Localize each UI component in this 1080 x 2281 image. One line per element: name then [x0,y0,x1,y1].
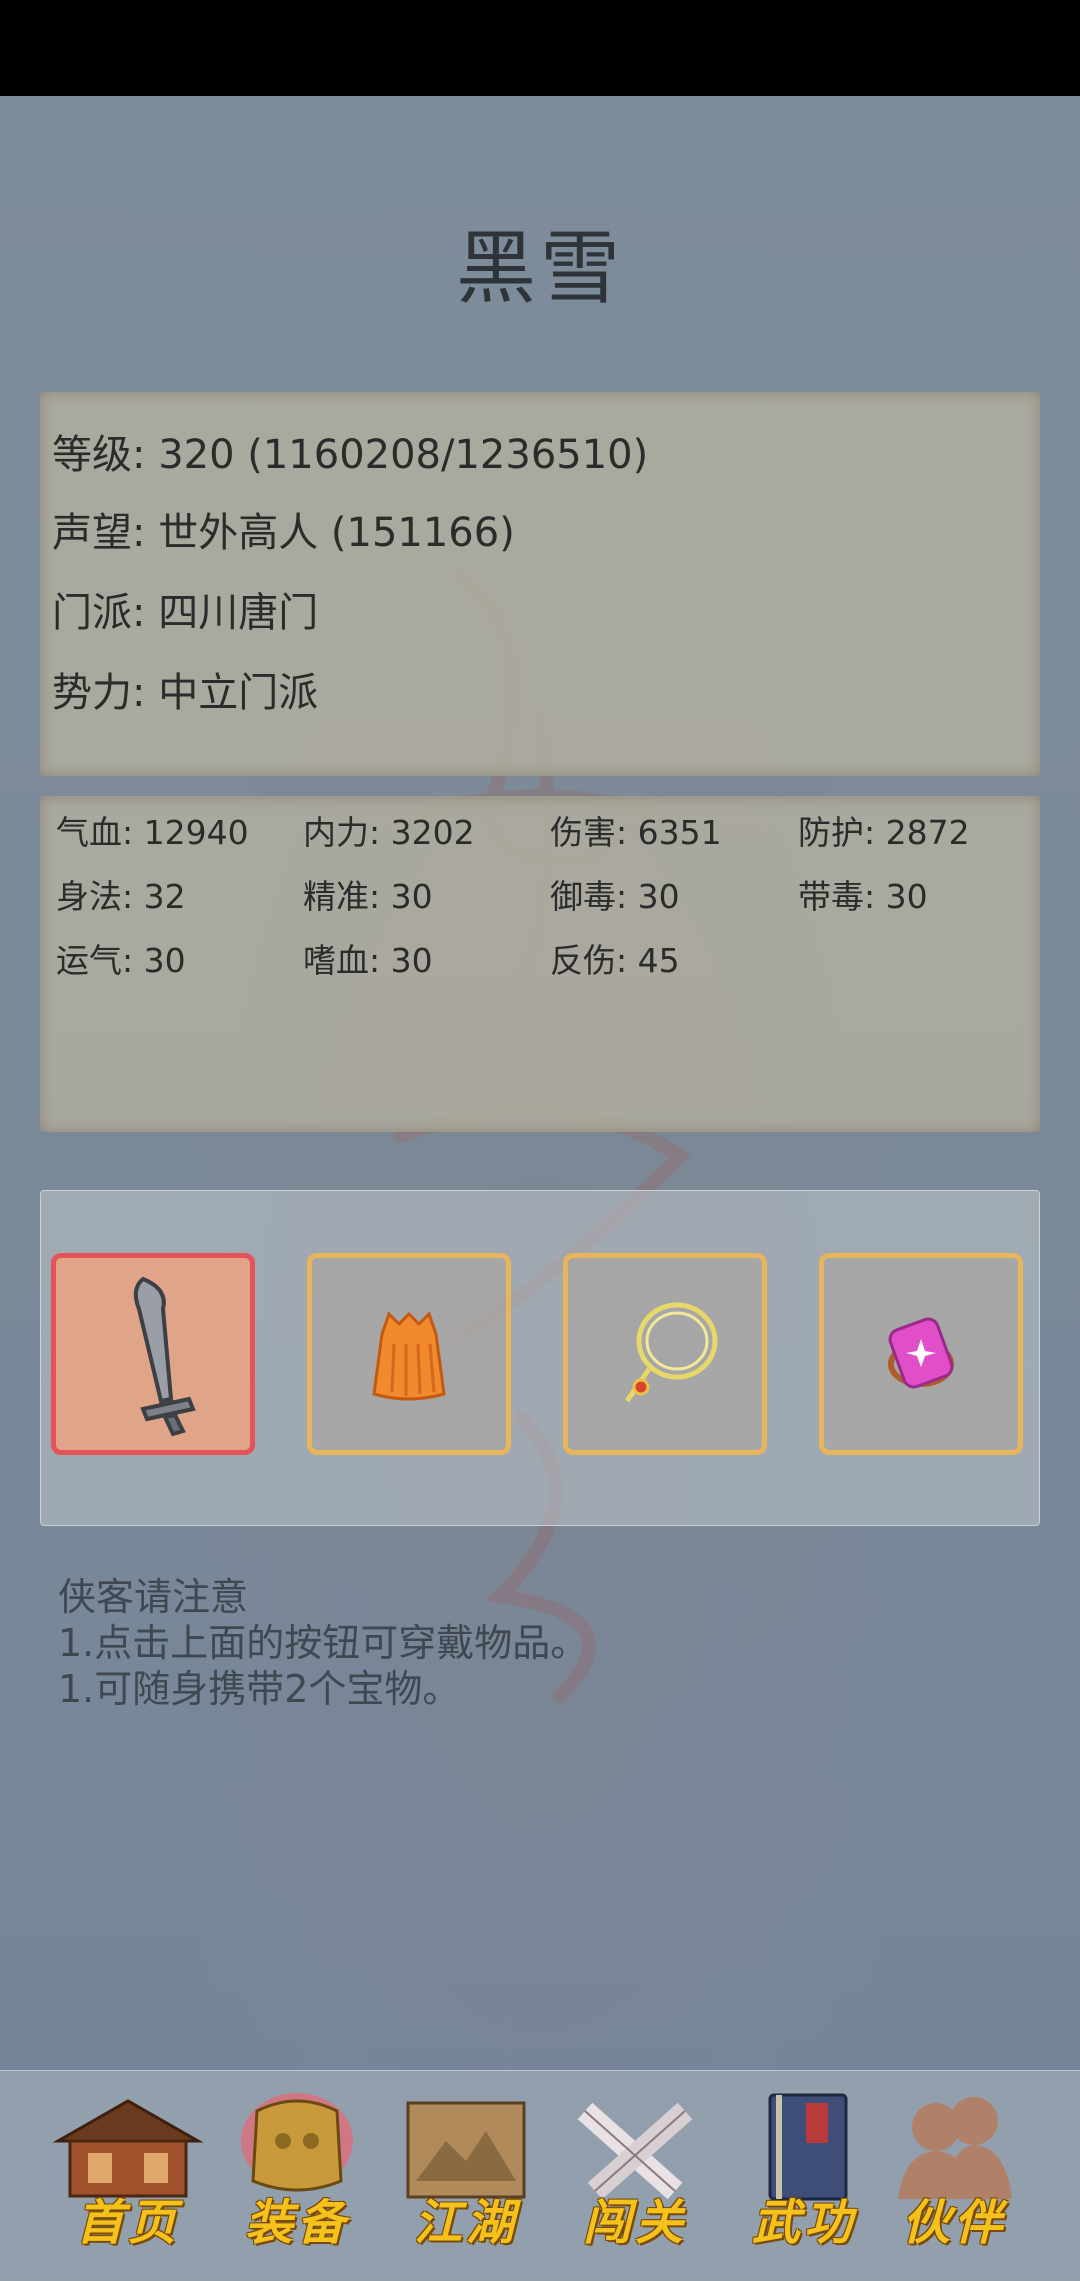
nav-challenge-label: 闯关 [582,2195,687,2251]
notice-line-1: 1.点击上面的按钮可穿戴物品。 [58,1621,589,1665]
nav-home-label: 首页 [75,2195,180,2251]
stat-damage: 伤害: 6351 [550,813,722,852]
ring-icon [888,1317,954,1389]
character-name: 黑雪 [456,222,624,315]
nav-equipment-label: 装备 [244,2195,349,2251]
faction-text: 势力: 中立门派 [52,670,319,716]
equip-slot-weapon[interactable] [51,1253,255,1455]
nav-companions-label: 伙伴 [901,2195,1006,2251]
stat-defense: 防护: 2872 [798,813,970,852]
equipment-screen: 黑雪 等级: 320 (1160208/1236510) 声望: 世外高人 (1… [0,96,1080,2280]
bottom-navigation: 首页 装备 江湖 闯关 武功 伙伴 [0,2070,1080,2281]
nav-martial-arts-label: 武功 [751,2195,856,2251]
stat-accuracy: 精准: 30 [303,877,433,916]
stat-reflect: 反伤: 45 [550,941,680,980]
nav-jianghu[interactable]: 江湖 [386,2091,546,2261]
nav-jianghu-label: 江湖 [413,2195,518,2251]
nav-martial-arts[interactable]: 武功 [724,2091,884,2261]
character-info-panel: 等级: 320 (1160208/1236510) 声望: 世外高人 (1511… [40,392,1040,776]
notice-line-2: 1.可随身携带2个宝物。 [58,1667,461,1711]
sword-icon [133,1276,196,1437]
reputation-text: 声望: 世外高人 (151166) [52,510,515,556]
stat-poison: 带毒: 30 [798,877,928,916]
nav-challenge[interactable]: 闯关 [555,2091,715,2261]
level-text: 等级: 320 (1160208/1236510) [52,432,649,478]
notice-title: 侠客请注意 [58,1575,249,1619]
equip-slot-treasure[interactable] [819,1253,1023,1455]
stat-luck: 运气: 30 [56,941,186,980]
stat-internal-power: 内力: 3202 [303,813,475,852]
status-bar [0,0,1080,96]
nav-home[interactable]: 首页 [48,2091,208,2261]
notice-block: 侠客请注意 1.点击上面的按钮可穿戴物品。 1.可随身携带2个宝物。 [58,1574,588,1712]
stat-poison-resist: 御毒: 30 [550,877,680,916]
robe-icon [372,1311,446,1401]
equip-slot-necklace[interactable] [563,1253,767,1455]
necklace-icon [624,1302,718,1403]
sect-text: 门派: 四川唐门 [52,590,319,636]
nav-equipment[interactable]: 装备 [217,2091,377,2261]
attributes-panel: 气血: 12940 内力: 3202 伤害: 6351 防护: 2872 身法:… [40,796,1040,1132]
nav-companions[interactable]: 伙伴 [874,2091,1034,2261]
equipment-panel [40,1190,1040,1526]
equip-slot-armor[interactable] [307,1253,511,1455]
stat-agility: 身法: 32 [56,877,186,916]
stat-hp: 气血: 12940 [56,813,249,852]
stat-bloodthirst: 嗜血: 30 [303,941,433,980]
